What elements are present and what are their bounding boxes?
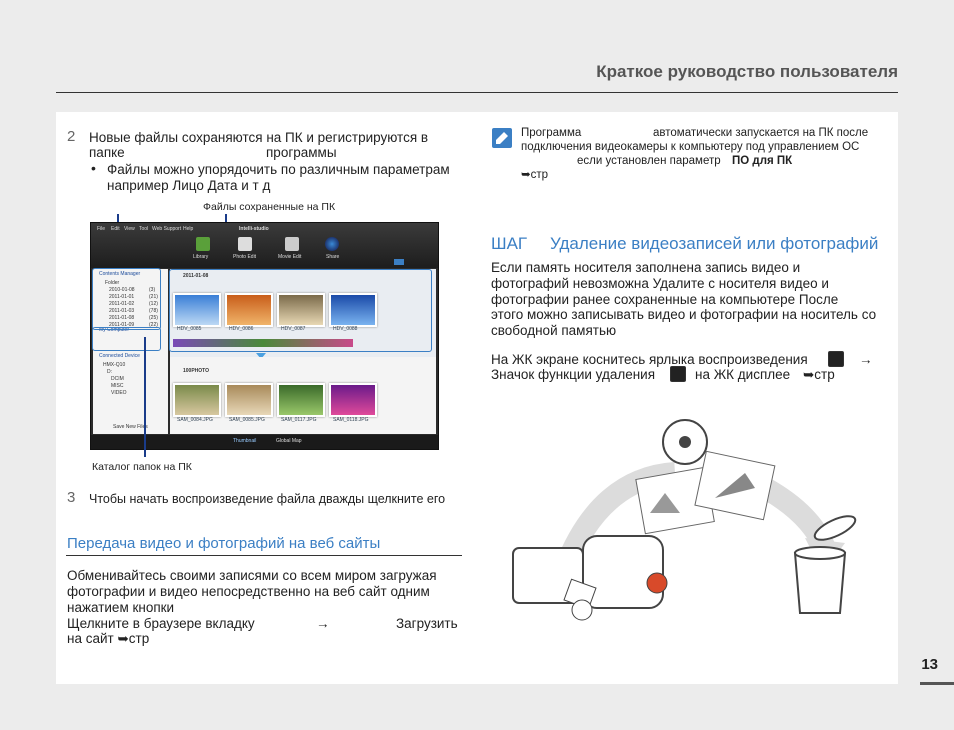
- step-2-line1: Новые файлы сохраняются на ПК и регистри…: [89, 130, 429, 145]
- web-section-rule: [66, 555, 462, 556]
- tool-library[interactable]: Library: [193, 254, 208, 260]
- library-icon[interactable]: [196, 237, 210, 251]
- sidebar-connected-device[interactable]: Connected Device: [99, 353, 140, 359]
- photo-label: SAM_0084.JPG: [177, 417, 213, 423]
- highlight-saved-files: [169, 269, 432, 352]
- web-p4-arrow: →: [316, 616, 330, 631]
- photo-thumbnail[interactable]: [173, 383, 221, 417]
- menu-view[interactable]: View: [124, 226, 135, 232]
- device-item[interactable]: DCIM: [111, 376, 124, 382]
- photo-label: SAM_0118.JPG: [333, 417, 369, 423]
- right-p3b: на ЖК дисплее: [695, 367, 791, 382]
- callout-folder-catalog: Каталог папок на ПК: [92, 461, 192, 473]
- step-2-bullet-line1: Файлы можно упорядочить по различным пар…: [107, 162, 450, 177]
- tab-global-map[interactable]: Global Map: [276, 438, 302, 444]
- device-item[interactable]: D:: [107, 369, 112, 375]
- movie-edit-icon[interactable]: [285, 237, 299, 251]
- bullet-dot: •: [91, 160, 96, 176]
- note-line3b: ПО для ПК: [732, 155, 793, 167]
- right-p2-arrow: →: [859, 352, 873, 367]
- trash-can: [793, 552, 847, 614]
- software-screenshot: File Edit View Tool Web Support Help Int…: [90, 222, 439, 450]
- menu-file[interactable]: File: [97, 226, 105, 232]
- photo-edit-icon[interactable]: [238, 237, 252, 251]
- device-item[interactable]: VIDEO: [111, 390, 127, 396]
- share-icon[interactable]: [325, 237, 339, 251]
- note-icon: [492, 128, 512, 148]
- tab-thumbnail[interactable]: Thumbnail: [233, 438, 256, 444]
- header-rule: [56, 92, 898, 93]
- web-p3: нажатием кнопки: [67, 600, 175, 615]
- web-p5: на сайт ➥стр: [67, 631, 150, 646]
- page-number-bar: [920, 682, 954, 685]
- photo-label: SAM_0117.JPG: [281, 417, 317, 423]
- right-p1-line4: этого можно записывать видео и фотографи…: [491, 307, 877, 322]
- device-item[interactable]: HMX-Q10: [103, 362, 125, 368]
- right-p3c: ➥стр: [803, 367, 835, 382]
- photo-label: SAM_0085.JPG: [229, 417, 265, 423]
- note-line1a: Программа: [521, 127, 582, 139]
- step-2-line2b: программы: [266, 145, 337, 160]
- photo-thumbnail[interactable]: [277, 383, 325, 417]
- menu-web-support[interactable]: Web Support: [152, 226, 181, 232]
- note-line2: подключения видеокамеры к компьютеру под…: [521, 141, 860, 153]
- callout-saved-files: Файлы сохраненные на ПК: [203, 201, 336, 213]
- tool-movie-edit[interactable]: Movie Edit: [278, 254, 301, 260]
- highlight-my-computer: [92, 327, 161, 351]
- right-p1-line5: свободной памятью: [491, 323, 617, 338]
- note-line4: ➥стр: [521, 169, 549, 181]
- web-p4c: Загрузить: [396, 616, 458, 631]
- right-p1-line1: Если память носителя заполнена запись ви…: [491, 260, 801, 275]
- highlight-contents-manager: [92, 268, 161, 330]
- page-header-title: Краткое руководство пользователя: [596, 62, 898, 81]
- web-section-heading: Передача видео и фотографий на веб сайты: [67, 535, 381, 552]
- menu-help[interactable]: Help: [183, 226, 193, 232]
- save-new-files[interactable]: Save New Files: [113, 424, 148, 430]
- web-p1: Обменивайтесь своими записями со всем ми…: [67, 568, 437, 583]
- step-2-bullet-line2: например Лицо Дата и т д: [107, 178, 271, 193]
- menu-edit[interactable]: Edit: [111, 226, 120, 232]
- step-heading-title: Удаление видеозаписей или фотографий: [550, 234, 879, 253]
- page-number: 13: [921, 656, 938, 673]
- camcorder-body: [582, 535, 664, 609]
- device-item[interactable]: MISC: [111, 383, 124, 389]
- photo-thumbnail[interactable]: [329, 383, 377, 417]
- tool-share[interactable]: Share: [326, 254, 339, 260]
- group-folder: 100PHOTO: [183, 368, 210, 374]
- web-p2: фотографии и видео непосредственно на ве…: [67, 584, 430, 599]
- step-heading-prefix: ШАГ: [491, 234, 528, 253]
- right-p3a: Значок функции удаления: [491, 367, 656, 382]
- step-3-number: 3: [67, 489, 76, 506]
- tool-photo-edit[interactable]: Photo Edit: [233, 254, 256, 260]
- note-line1b: автоматически запускается на ПК после: [653, 127, 869, 139]
- app-name: Intelli-studio: [239, 226, 269, 232]
- step-3-text: Чтобы начать воспроизведение файла дважд…: [89, 492, 446, 506]
- trash-icon: [670, 366, 686, 384]
- step-2-number: 2: [67, 128, 76, 145]
- photo-thumbnail[interactable]: [225, 383, 273, 417]
- callout-line-folders: [144, 337, 146, 457]
- right-p1-line2: фотографий невозможна Удалите с носителя…: [491, 276, 829, 291]
- menu-tool[interactable]: Tool: [139, 226, 148, 232]
- view-toggle[interactable]: [394, 259, 404, 265]
- note-line3a: если установлен параметр: [577, 155, 721, 167]
- step-2-line2a: папке: [89, 145, 125, 160]
- delete-illustration: [512, 419, 857, 621]
